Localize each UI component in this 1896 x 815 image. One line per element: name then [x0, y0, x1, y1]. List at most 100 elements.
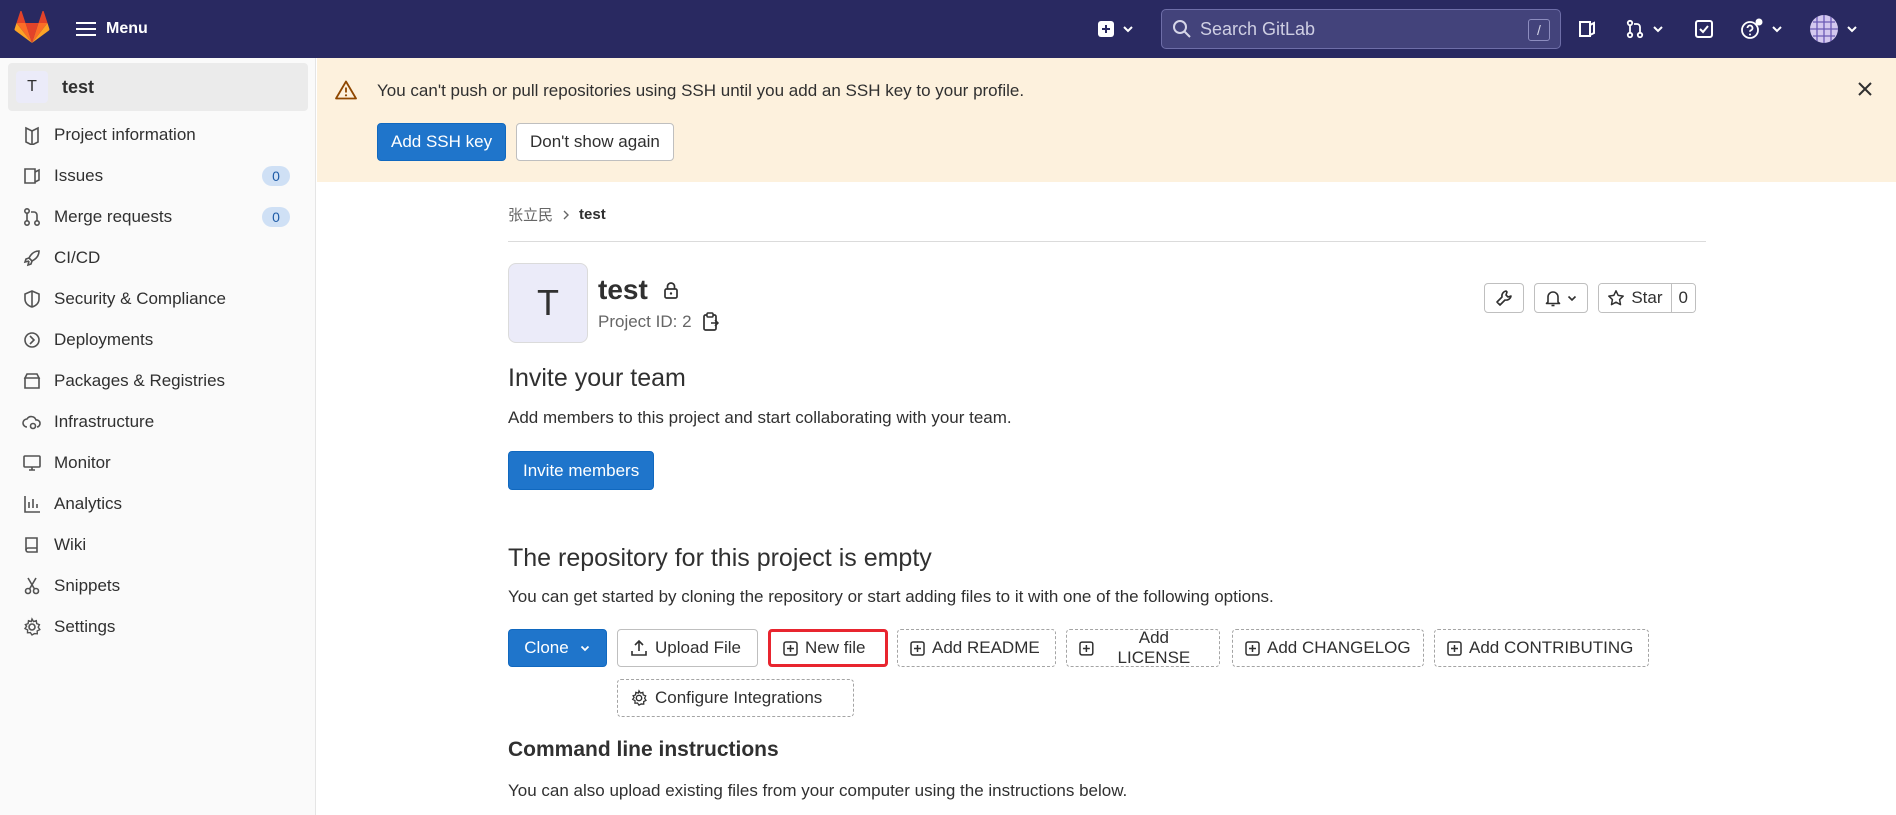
menu-label: Menu	[106, 20, 148, 37]
sidebar-item-label: Issues	[54, 166, 104, 185]
chevron-down-icon	[1568, 295, 1577, 302]
todos-nav-button[interactable]	[1694, 15, 1714, 43]
project-id-row: Project ID: 2	[598, 312, 720, 332]
merge-requests-count-badge: 0	[262, 207, 290, 227]
star-count[interactable]: 0	[1671, 284, 1695, 312]
lock-icon	[663, 282, 678, 299]
issues-icon	[1579, 21, 1595, 37]
sidebar-item-settings[interactable]: Settings	[0, 608, 316, 646]
new-dropdown-button[interactable]	[1097, 15, 1135, 43]
notification-button[interactable]	[1534, 283, 1589, 313]
plus-square-icon	[1098, 21, 1114, 37]
sidebar-item-label: Deployments	[54, 330, 154, 349]
sidebar-item-label: Project information	[54, 125, 196, 144]
warning-icon	[335, 80, 357, 100]
add-ssh-key-button[interactable]: Add SSH key	[377, 123, 507, 161]
sidebar-item-label: Settings	[54, 617, 116, 636]
add-changelog-label: Add CHANGELOG	[1267, 638, 1411, 657]
sidebar-item-label: CI/CD	[54, 248, 101, 267]
sidebar-item-ci-cd[interactable]: CI/CD	[0, 239, 316, 277]
menu-button[interactable]: Menu	[76, 16, 148, 42]
star-button[interactable]: Star	[1599, 284, 1672, 312]
project-actions: Star 0	[1484, 283, 1696, 313]
configure-integrations-button[interactable]: Configure Integrations	[617, 679, 854, 717]
gitlab-logo-icon[interactable]	[14, 11, 50, 45]
project-id: Project ID: 2	[598, 312, 692, 331]
add-contributing-label: Add CONTRIBUTING	[1469, 638, 1634, 657]
issues-icon	[24, 168, 40, 184]
merge-requests-nav-button[interactable]	[1625, 15, 1665, 43]
project-avatar: T	[16, 71, 48, 103]
search-icon	[1173, 20, 1191, 38]
chevron-down-icon	[1123, 26, 1133, 33]
sidebar-item-issues[interactable]: Issues 0	[0, 157, 316, 195]
configure-integrations-label: Configure Integrations	[655, 688, 823, 707]
sidebar-item-monitor[interactable]: Monitor	[0, 444, 316, 482]
issues-nav-button[interactable]	[1577, 15, 1597, 43]
search-input[interactable]	[1200, 18, 1530, 40]
search-box[interactable]: /	[1161, 9, 1561, 49]
cli-heading: Command line instructions	[508, 738, 779, 761]
top-navbar: Menu /	[0, 0, 1896, 58]
package-icon	[23, 373, 41, 389]
sidebar-item-packages-registries[interactable]: Packages & Registries	[0, 362, 316, 400]
search-shortcut-key: /	[1528, 19, 1550, 41]
sidebar-item-snippets[interactable]: Snippets	[0, 567, 316, 605]
issues-count-badge: 0	[262, 166, 290, 186]
add-readme-label: Add README	[932, 638, 1040, 657]
add-contributing-button[interactable]: Add CONTRIBUTING	[1434, 629, 1649, 667]
sidebar-item-infrastructure[interactable]: Infrastructure	[0, 403, 316, 441]
upload-file-button[interactable]: Upload File	[617, 629, 758, 667]
breadcrumb-current[interactable]: test	[579, 206, 606, 223]
shield-icon	[24, 290, 40, 308]
help-nav-button[interactable]	[1740, 15, 1784, 43]
empty-repo-heading: The repository for this project is empty	[508, 544, 932, 572]
plus-square-icon	[1245, 640, 1260, 656]
invite-members-button[interactable]: Invite members	[508, 451, 655, 490]
star-label: Star	[1631, 288, 1663, 307]
plus-square-icon	[1447, 640, 1462, 656]
dont-show-again-button[interactable]: Don't show again	[516, 123, 674, 161]
project-avatar-large: T	[508, 263, 588, 343]
chevron-down-icon	[1772, 26, 1782, 33]
new-file-label: New file	[805, 638, 866, 657]
add-readme-button[interactable]: Add README	[897, 629, 1056, 667]
sidebar-item-analytics[interactable]: Analytics	[0, 485, 316, 523]
sidebar-item-security-compliance[interactable]: Security & Compliance	[0, 280, 316, 318]
clone-label: Clone	[524, 638, 569, 657]
sidebar-item-deployments[interactable]: Deployments	[0, 321, 316, 359]
settings-wrench-button[interactable]	[1484, 283, 1525, 313]
invite-heading: Invite your team	[508, 364, 686, 392]
chevron-down-icon	[580, 645, 589, 652]
sidebar-item-project-information[interactable]: Project information	[0, 116, 316, 154]
book-icon	[25, 537, 38, 553]
deployments-icon	[24, 332, 40, 348]
add-license-label: Add LICENSE	[1117, 628, 1191, 667]
sidebar-item-label: Security & Compliance	[54, 289, 226, 308]
star-button-group: Star 0	[1598, 283, 1696, 313]
breadcrumb-parent[interactable]: 张立民	[508, 204, 553, 225]
copy-clipboard-icon[interactable]	[702, 312, 720, 332]
close-icon[interactable]	[1854, 78, 1876, 100]
info-icon	[25, 126, 39, 145]
merge-request-icon	[23, 207, 41, 227]
alert-message: You can't push or pull repositories usin…	[377, 81, 1025, 100]
sidebar-item-merge-requests[interactable]: Merge requests 0	[0, 198, 316, 236]
add-license-button[interactable]: Add LICENSE	[1066, 628, 1220, 667]
sidebar-project-name: test	[62, 76, 95, 97]
todo-check-icon	[1695, 20, 1713, 38]
user-menu-button[interactable]	[1809, 15, 1859, 43]
snippet-icon	[24, 577, 40, 595]
add-changelog-button[interactable]: Add CHANGELOG	[1232, 629, 1424, 667]
plus-square-icon	[1079, 640, 1094, 656]
upload-icon	[631, 639, 647, 656]
project-title-row: test	[598, 274, 680, 306]
merge-request-icon	[1626, 19, 1644, 39]
clone-button[interactable]: Clone	[508, 629, 607, 667]
chart-icon	[24, 496, 40, 513]
sidebar-project-header[interactable]: T test	[8, 63, 308, 111]
breadcrumb-divider	[508, 241, 1706, 242]
sidebar-item-wiki[interactable]: Wiki	[0, 526, 316, 564]
rocket-icon	[23, 250, 40, 267]
new-file-button[interactable]: New file	[768, 629, 888, 667]
